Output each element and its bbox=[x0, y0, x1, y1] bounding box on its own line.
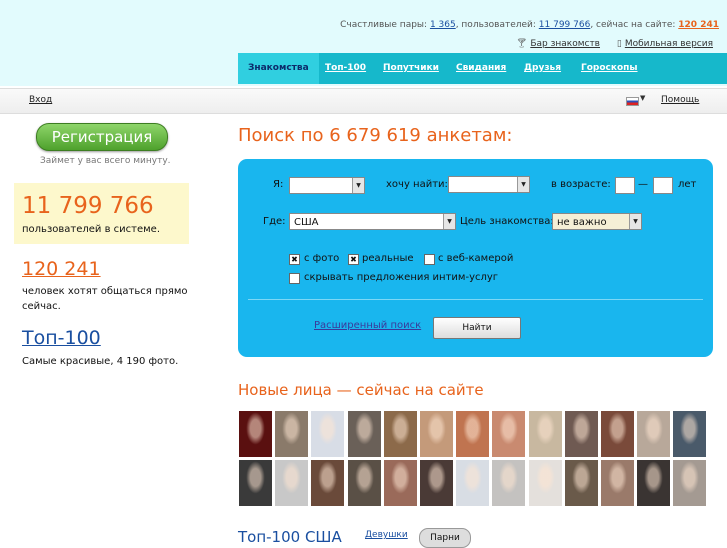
users-text: пользователей в системе. bbox=[22, 224, 161, 235]
user-photo[interactable] bbox=[637, 411, 671, 457]
bar-link[interactable]: Бар знакомств bbox=[530, 39, 600, 49]
user-photo[interactable] bbox=[311, 460, 345, 506]
login-bar: Вход ▼ Помощь bbox=[0, 88, 727, 114]
online-count-link[interactable]: 120 241 bbox=[22, 258, 101, 280]
user-photo[interactable] bbox=[347, 460, 381, 506]
tab-dating[interactable]: Знакомства bbox=[238, 53, 319, 84]
user-photo[interactable] bbox=[564, 460, 598, 506]
photo-checkbox[interactable]: ✖ bbox=[289, 254, 300, 265]
tab-friends[interactable]: Друзья bbox=[524, 53, 561, 84]
user-photo[interactable] bbox=[673, 460, 707, 506]
stats-prefix: Счастливые пары: bbox=[340, 20, 430, 30]
i-gender-select[interactable]: ▼ bbox=[289, 177, 365, 194]
user-photo[interactable] bbox=[420, 411, 453, 457]
users-label: , пользователей: bbox=[455, 20, 539, 30]
search-title: Поиск по 6 679 619 анкетам: bbox=[238, 125, 513, 146]
country-value: США bbox=[294, 217, 319, 228]
user-photo[interactable] bbox=[383, 411, 417, 457]
site-stats: Счастливые пары: 1 365, пользователей: 1… bbox=[340, 20, 719, 30]
login-link[interactable]: Вход bbox=[29, 95, 52, 105]
user-photo[interactable] bbox=[456, 460, 490, 506]
register-subtitle: Займет у вас всего минуту. bbox=[40, 156, 171, 166]
new-faces-title: Новые лица — сейчас на сайте bbox=[238, 381, 484, 399]
chevron-down-icon: ▼ bbox=[352, 178, 364, 193]
find-button[interactable]: Найти bbox=[433, 317, 521, 339]
user-photo[interactable] bbox=[528, 411, 562, 457]
age-to-input[interactable] bbox=[653, 177, 673, 194]
chevron-down-icon: ▼ bbox=[517, 177, 529, 192]
chevron-down-icon: ▼ bbox=[443, 214, 455, 229]
age-dash: — bbox=[638, 179, 648, 190]
goal-value: не важно bbox=[557, 217, 607, 228]
hide-intim-label: скрывать предложения интим-услуг bbox=[304, 272, 499, 283]
user-photo[interactable] bbox=[601, 460, 634, 506]
phone-icon: ▯ bbox=[616, 39, 622, 49]
girls-tab[interactable]: Девушки bbox=[365, 530, 408, 540]
user-photo[interactable] bbox=[637, 460, 671, 506]
find-gender-select[interactable]: ▼ bbox=[448, 176, 530, 193]
top100-text: Самые красивые, 4 190 фото. bbox=[22, 356, 179, 367]
user-photo[interactable] bbox=[275, 460, 309, 506]
user-photo[interactable] bbox=[311, 411, 345, 457]
user-photo[interactable] bbox=[492, 460, 526, 506]
user-photo[interactable] bbox=[239, 411, 272, 457]
users-count-link[interactable]: 11 799 766 bbox=[539, 20, 591, 30]
webcam-label: с веб-камерой bbox=[438, 253, 514, 264]
real-checkbox[interactable]: ✖ bbox=[348, 254, 359, 265]
user-photo[interactable] bbox=[673, 411, 707, 457]
advanced-search-link[interactable]: Расширенный поиск bbox=[314, 320, 421, 331]
register-button[interactable]: Регистрация bbox=[36, 123, 168, 151]
chevron-down-icon[interactable]: ▼ bbox=[640, 94, 645, 102]
users-stat-box: 11 799 766 пользователей в системе. bbox=[14, 183, 189, 244]
user-photo[interactable] bbox=[275, 411, 309, 457]
webcam-checkbox[interactable] bbox=[424, 254, 435, 265]
user-photo[interactable] bbox=[564, 411, 598, 457]
online-label: , сейчас на сайте: bbox=[590, 20, 679, 30]
goal-label: Цель знакомства: bbox=[460, 216, 554, 227]
chevron-down-icon: ▼ bbox=[629, 214, 641, 229]
boys-tab[interactable]: Парни bbox=[419, 528, 471, 548]
online-count-link[interactable]: 120 241 bbox=[678, 20, 719, 30]
help-link[interactable]: Помощь bbox=[661, 95, 699, 105]
search-panel: Я: ▼ хочу найти: ▼ в возрасте: — лет Где… bbox=[238, 159, 713, 357]
user-photo[interactable] bbox=[347, 411, 381, 457]
glass-icon: 🍸︎ bbox=[515, 39, 528, 49]
i-label: Я: bbox=[273, 179, 284, 190]
mobile-link[interactable]: Мобильная версия bbox=[625, 39, 713, 49]
happy-pairs-link[interactable]: 1 365 bbox=[430, 20, 456, 30]
user-photo[interactable] bbox=[383, 460, 417, 506]
photo-label: с фото bbox=[304, 253, 340, 264]
tab-dates[interactable]: Свидания bbox=[456, 53, 506, 84]
where-label: Где: bbox=[263, 216, 286, 227]
top100-usa-title[interactable]: Топ-100 США bbox=[238, 528, 342, 546]
top100-link[interactable]: Топ-100 bbox=[22, 327, 101, 349]
ru-flag-icon[interactable] bbox=[626, 97, 639, 106]
users-count: 11 799 766 bbox=[22, 193, 154, 219]
panel-divider bbox=[248, 299, 703, 300]
user-photo[interactable] bbox=[528, 460, 562, 506]
user-photo[interactable] bbox=[601, 411, 634, 457]
age-from-input[interactable] bbox=[615, 177, 635, 194]
user-photo[interactable] bbox=[420, 460, 453, 506]
country-select[interactable]: США ▼ bbox=[289, 213, 456, 230]
years-label: лет bbox=[678, 179, 697, 190]
age-label: в возрасте: bbox=[551, 179, 611, 190]
tab-travel[interactable]: Попутчики bbox=[383, 53, 439, 84]
user-photo[interactable] bbox=[492, 411, 526, 457]
tab-top100[interactable]: Топ-100 bbox=[325, 53, 366, 84]
goal-select[interactable]: не важно ▼ bbox=[552, 213, 642, 230]
hide-intim-checkbox[interactable] bbox=[289, 273, 300, 284]
find-label: хочу найти: bbox=[386, 179, 448, 190]
main-nav: Знакомства Топ-100 Попутчики Свидания Др… bbox=[238, 53, 727, 84]
user-photo[interactable] bbox=[239, 460, 272, 506]
online-text: человек хотят общаться прямо сейчас. bbox=[22, 286, 188, 312]
header-links: 🍸︎ Бар знакомств ▯ Мобильная версия bbox=[516, 39, 713, 49]
user-photo[interactable] bbox=[456, 411, 490, 457]
tab-horoscopes[interactable]: Гороскопы bbox=[581, 53, 638, 84]
real-label: реальные bbox=[362, 253, 414, 264]
